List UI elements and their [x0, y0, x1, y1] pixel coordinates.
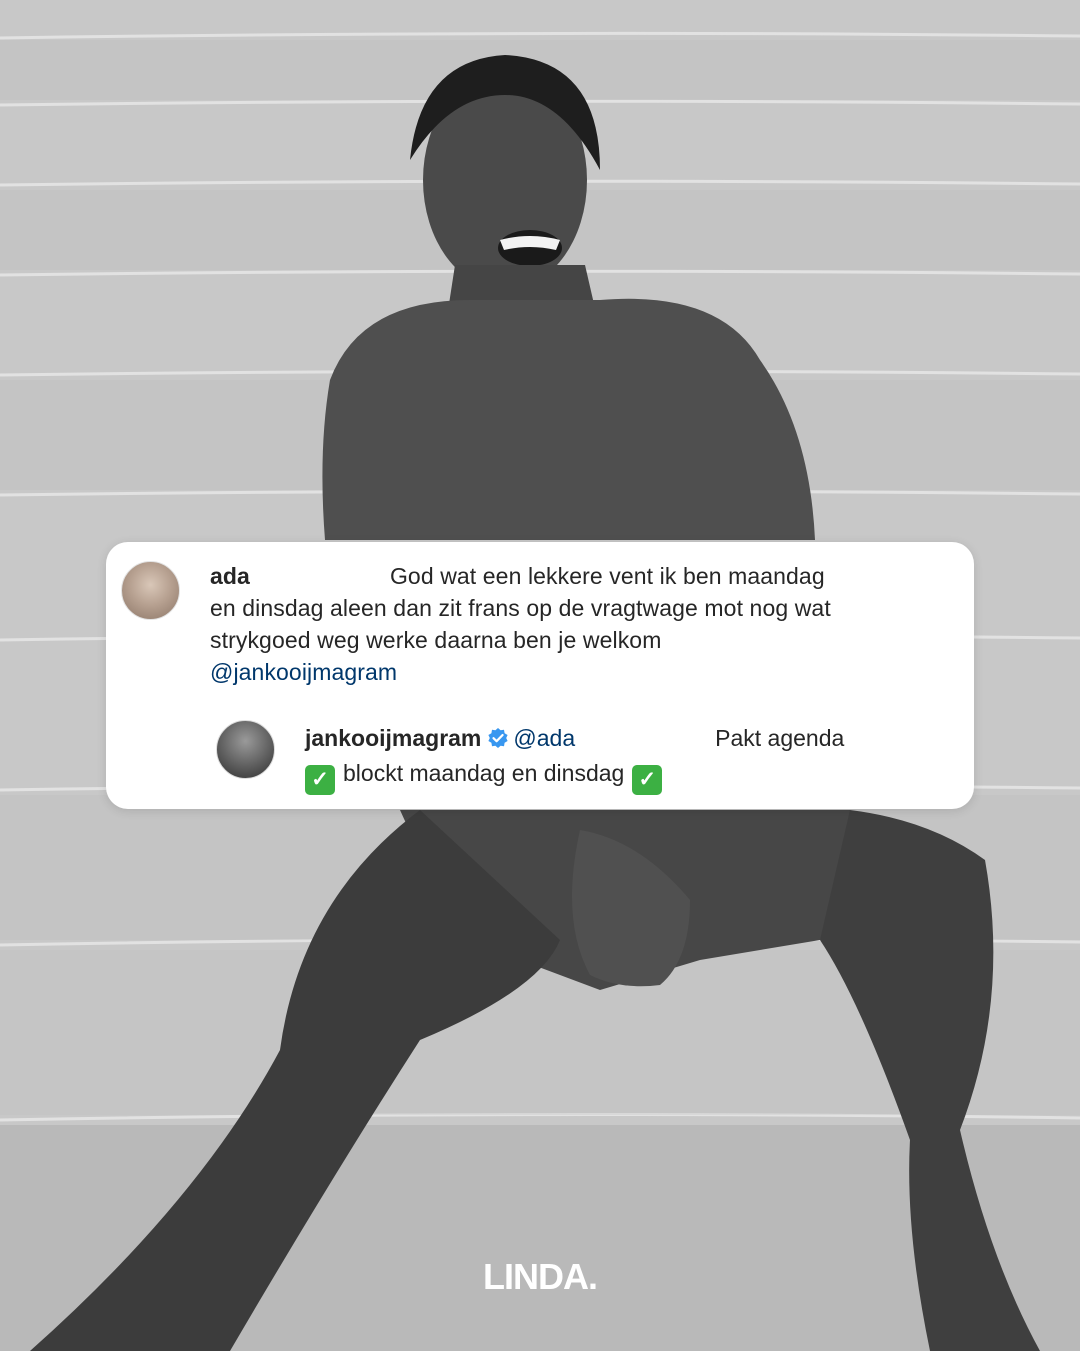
- reply-mention[interactable]: @ada: [513, 725, 575, 751]
- reply-line1: Pakt agenda: [715, 725, 845, 751]
- reply-username[interactable]: jankooijmagram: [305, 725, 481, 751]
- jankooijmagram-avatar[interactable]: [216, 720, 275, 779]
- comment-body: en dinsdag aleen dan zit frans op de vra…: [210, 595, 831, 653]
- comment-line1: God wat een lekkere vent ik ben maandag: [389, 563, 825, 589]
- check-mark-emoji-icon: ✓: [305, 765, 335, 795]
- comment-text: ada God wat een lekkere vent ik ben maand…: [210, 560, 930, 688]
- comment-card: ada God wat een lekkere vent ik ben maand…: [106, 542, 974, 809]
- reply-line2: blockt maandag en dinsdag: [343, 760, 625, 786]
- comment-mention[interactable]: @jankooijmagram: [210, 659, 397, 685]
- ada-avatar[interactable]: [121, 561, 180, 620]
- reply-text: jankooijmagram @ada Pakt agenda ✓ blockt ma…: [305, 722, 945, 795]
- check-mark-emoji-icon: ✓: [632, 765, 663, 795]
- comment-username[interactable]: ada: [210, 563, 250, 589]
- verified-badge-icon: [487, 725, 509, 757]
- post-image: ada God wat een lekkere vent ik ben maand…: [0, 0, 1080, 1351]
- linda-logo: LINDA.: [483, 1256, 598, 1297]
